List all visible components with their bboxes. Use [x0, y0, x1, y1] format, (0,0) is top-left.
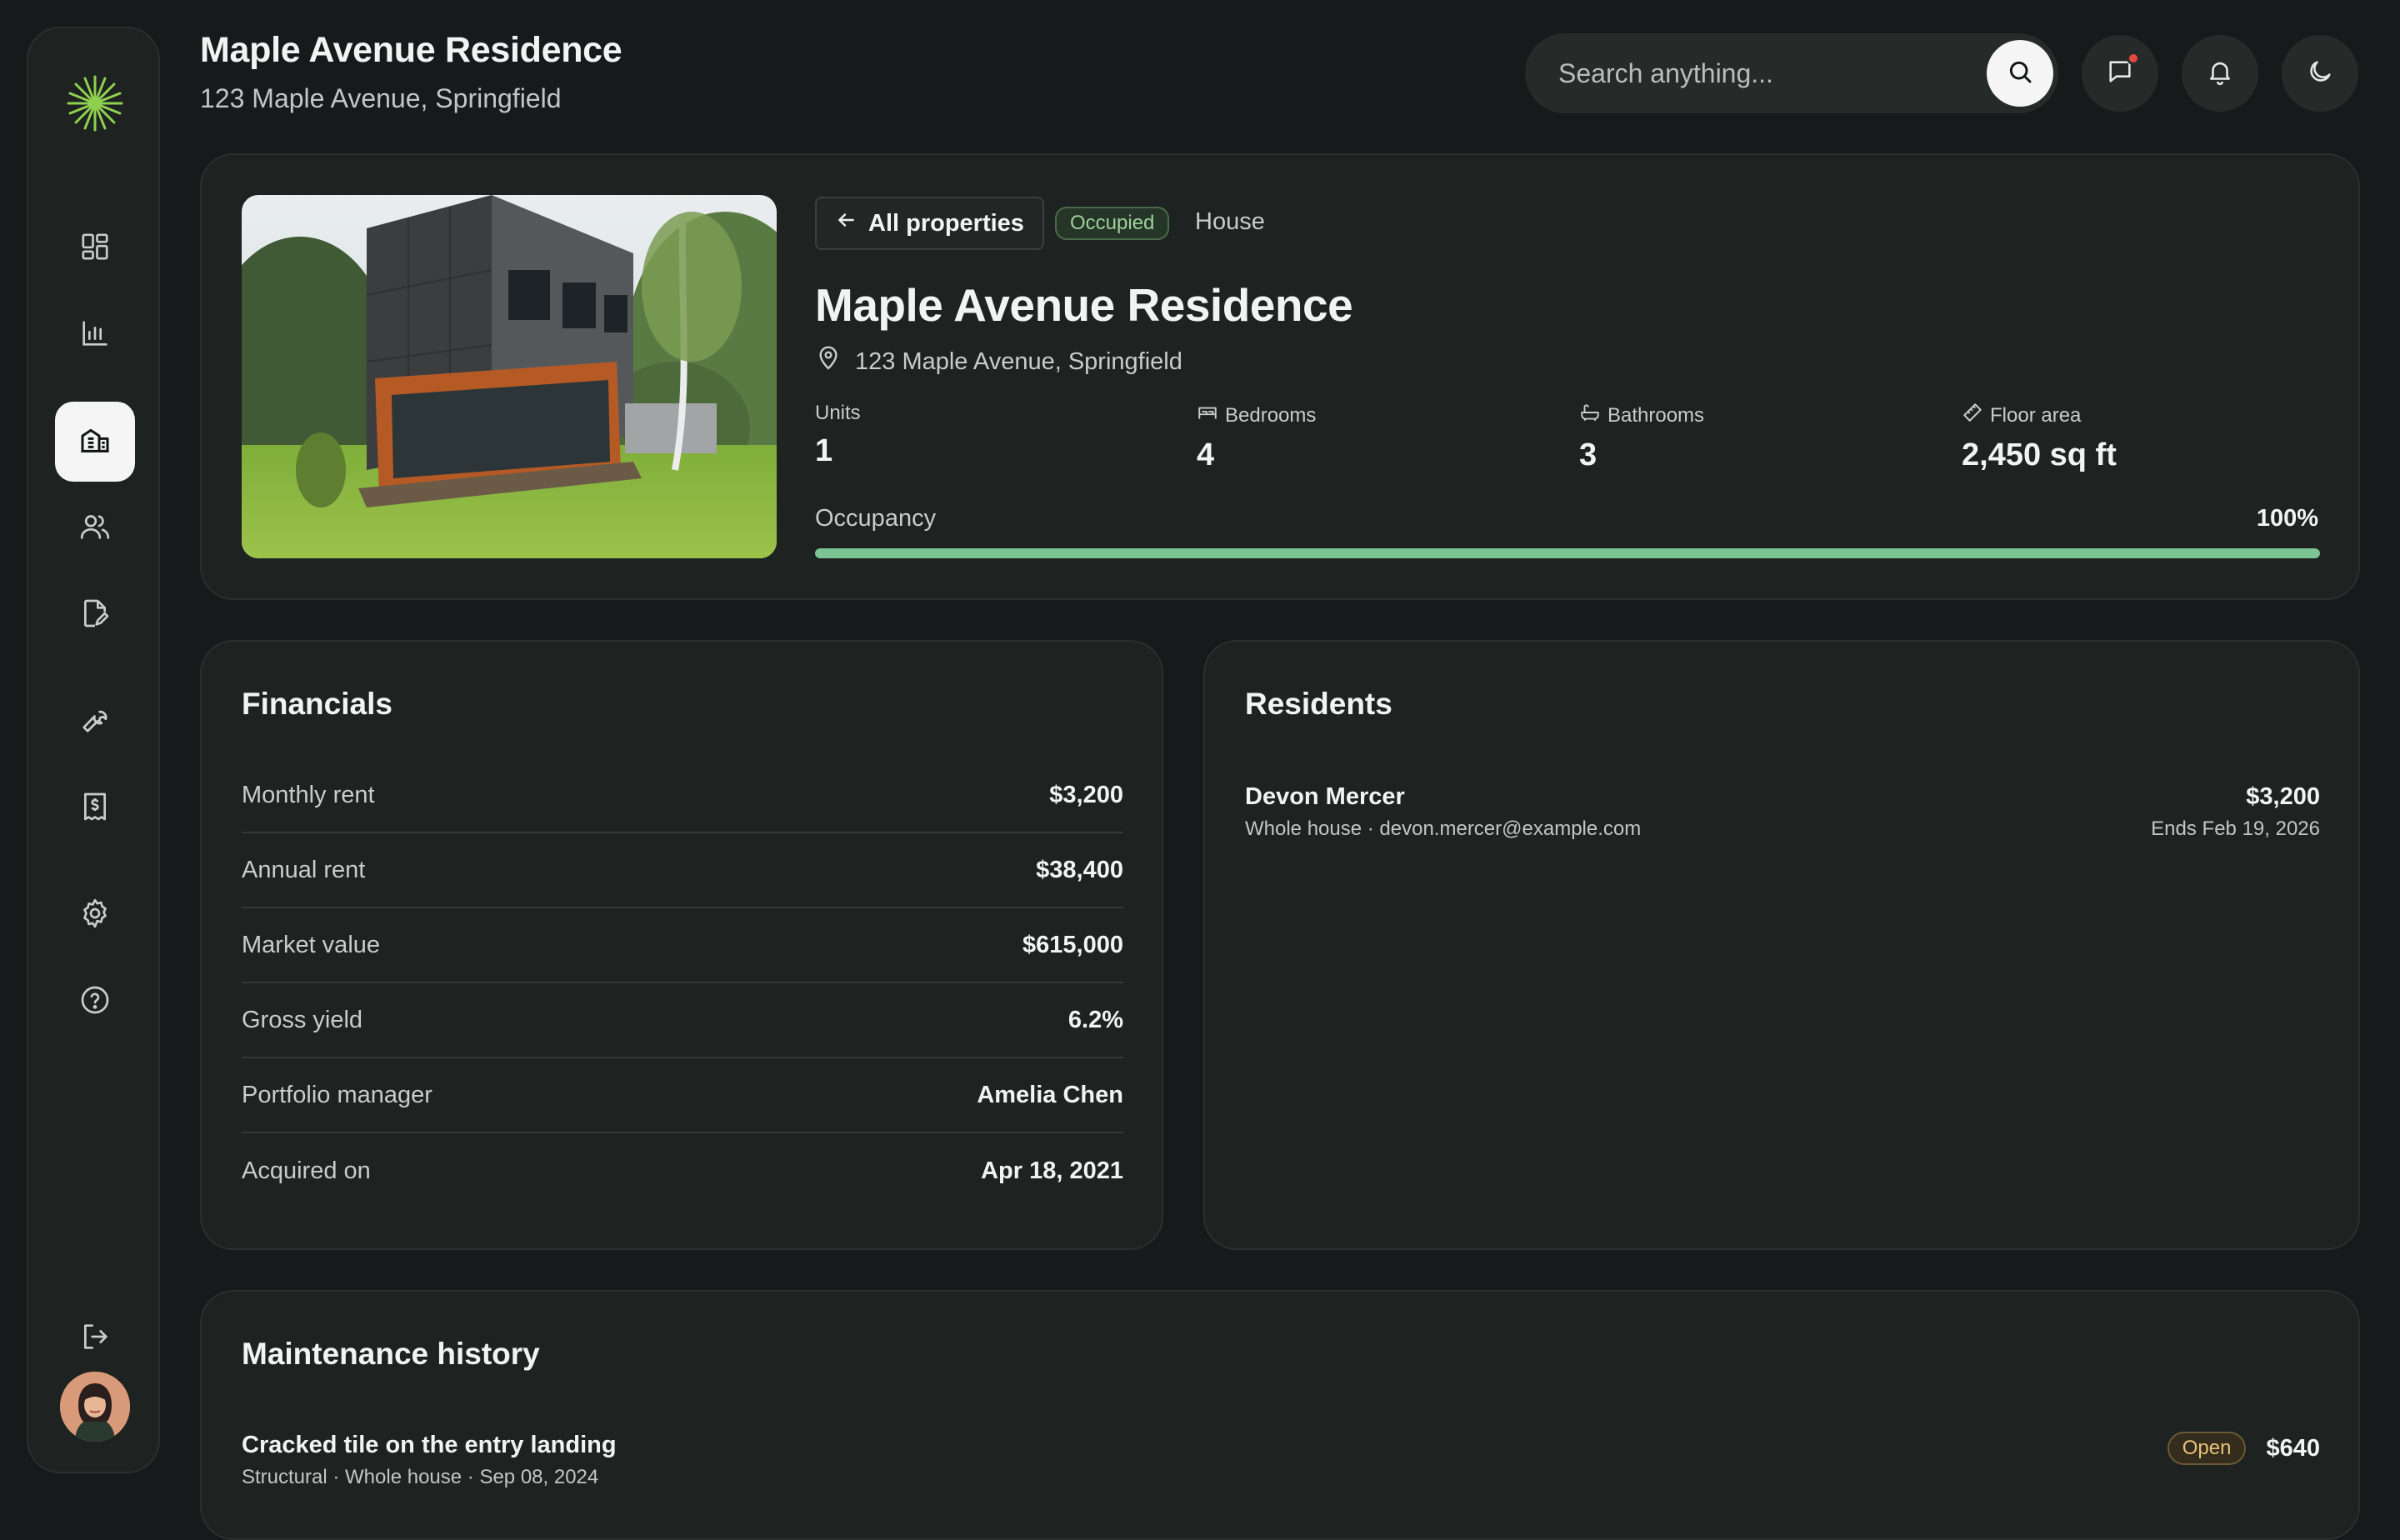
- financial-value: 6.2%: [1068, 1006, 1123, 1033]
- property-summary-card: All properties Occupied House Maple Aven…: [200, 153, 2360, 600]
- bedrooms-value: 4: [1197, 438, 1215, 472]
- sidebar-item-settings[interactable]: [55, 875, 135, 955]
- search-icon: [2007, 58, 2033, 89]
- occupancy-percent: 100%: [2256, 505, 2318, 532]
- floor-area-value: 2,450 sq ft: [1962, 438, 2117, 472]
- wrench-icon: [78, 703, 112, 741]
- maintenance-cost: $640: [2266, 1434, 2320, 1462]
- moon-icon: [2306, 58, 2334, 90]
- help-icon: [78, 983, 112, 1021]
- financial-value: $3,200: [1049, 781, 1123, 808]
- maintenance-title: Maintenance history: [242, 1337, 540, 1371]
- financial-value: Amelia Chen: [977, 1081, 1123, 1108]
- financials-card: Financials Monthly rent $3,200 Annual re…: [200, 640, 1163, 1250]
- search-input[interactable]: [1558, 58, 1975, 89]
- occupancy-label: Occupancy: [815, 505, 937, 532]
- bathrooms-value: 3: [1579, 438, 1598, 472]
- units-label: Units: [815, 402, 861, 424]
- resident-lease-end: Ends Feb 19, 2026: [2151, 818, 2320, 840]
- map-pin-icon: [815, 345, 842, 378]
- arrow-left-icon: [835, 209, 857, 238]
- search-bar: [1525, 33, 2058, 113]
- financial-row-annual-rent: Annual rent $38,400: [242, 833, 1123, 908]
- resident-rent: $3,200: [2246, 783, 2320, 810]
- notification-dot: [2127, 52, 2140, 65]
- stat-floor-area: Floor area 2,450 sq ft: [1962, 402, 2117, 473]
- analytics-icon: [78, 317, 112, 354]
- stat-units: Units 1: [815, 402, 861, 469]
- dashboard-icon: [78, 230, 112, 268]
- property-address-text: 123 Maple Avenue, Springfield: [855, 348, 1182, 375]
- avatar[interactable]: [60, 1372, 130, 1442]
- sidebar-item-residents[interactable]: [55, 488, 135, 568]
- search-button[interactable]: [1987, 40, 2053, 107]
- property-name: Maple Avenue Residence: [815, 279, 1353, 331]
- financial-row-gross-yield: Gross yield 6.2%: [242, 983, 1123, 1058]
- residents-title: Residents: [1245, 687, 1392, 721]
- bathrooms-label: Bathrooms: [1608, 403, 1705, 427]
- financial-label: Portfolio manager: [242, 1081, 432, 1108]
- maintenance-item-title: Cracked tile on the entry landing: [242, 1432, 617, 1458]
- sidebar-item-documents[interactable]: [55, 575, 135, 655]
- financial-label: Gross yield: [242, 1006, 363, 1033]
- logout-icon: [78, 1320, 112, 1358]
- brand-logo-icon[interactable]: [65, 73, 125, 133]
- financial-label: Monthly rent: [242, 781, 375, 808]
- financials-title: Financials: [242, 687, 392, 721]
- financial-label: Acquired on: [242, 1157, 371, 1184]
- users-icon: [78, 510, 112, 548]
- page-title: Maple Avenue Residence: [200, 30, 622, 70]
- property-address: 123 Maple Avenue, Springfield: [815, 345, 1182, 378]
- building-icon: [78, 423, 112, 461]
- financial-label: Market value: [242, 931, 381, 958]
- financial-row-monthly-rent: Monthly rent $3,200: [242, 758, 1123, 833]
- all-properties-button[interactable]: All properties: [815, 197, 1044, 250]
- sidebar-item-billing[interactable]: [55, 768, 135, 848]
- settings-icon: [78, 897, 112, 934]
- stat-bathrooms: Bathrooms 3: [1579, 402, 1704, 473]
- financial-value: Apr 18, 2021: [981, 1157, 1123, 1184]
- bed-icon: [1197, 402, 1218, 429]
- page-subtitle: 123 Maple Avenue, Springfield: [200, 83, 562, 113]
- property-photo: [242, 195, 777, 558]
- financial-row-portfolio-manager: Portfolio manager Amelia Chen: [242, 1058, 1123, 1133]
- financial-label: Annual rent: [242, 856, 366, 883]
- ruler-icon: [1962, 402, 1983, 429]
- maintenance-row[interactable]: Cracked tile on the entry landing Struct…: [242, 1432, 2320, 1489]
- maintenance-status-badge: Open: [2167, 1432, 2247, 1465]
- sidebar-item-properties[interactable]: [55, 402, 135, 482]
- financial-value: $615,000: [1022, 931, 1123, 958]
- floor-area-label: Floor area: [1990, 403, 2082, 427]
- document-edit-icon: [78, 597, 112, 634]
- stat-bedrooms: Bedrooms 4: [1197, 402, 1316, 473]
- financial-row-market-value: Market value $615,000: [242, 908, 1123, 983]
- status-badge: Occupied: [1055, 207, 1170, 240]
- notifications-button[interactable]: [2182, 35, 2258, 112]
- maintenance-card: Maintenance history Cracked tile on the …: [200, 1290, 2360, 1540]
- maintenance-item-meta: Structural · Whole house · Sep 08, 2024: [242, 1466, 599, 1488]
- bell-icon: [2206, 58, 2234, 90]
- sidebar-item-analytics[interactable]: [55, 295, 135, 375]
- bathtub-icon: [1579, 402, 1601, 429]
- occupancy-progress-fill: [815, 548, 2320, 558]
- property-type: House: [1195, 208, 1265, 235]
- logout-button[interactable]: [55, 1298, 135, 1378]
- bedrooms-label: Bedrooms: [1225, 403, 1317, 427]
- occupancy-progress-bar: [815, 548, 2320, 558]
- financial-row-acquired-on: Acquired on Apr 18, 2021: [242, 1133, 1123, 1208]
- units-value: 1: [815, 433, 833, 468]
- sidebar-item-dashboard[interactable]: [55, 208, 135, 288]
- sidebar: [27, 27, 160, 1473]
- sidebar-item-help[interactable]: [55, 962, 135, 1042]
- all-properties-label: All properties: [868, 209, 1024, 237]
- theme-toggle-button[interactable]: [2282, 35, 2358, 112]
- messages-button[interactable]: [2082, 35, 2158, 112]
- invoice-icon: [78, 790, 112, 828]
- financials-list: Monthly rent $3,200 Annual rent $38,400 …: [242, 758, 1123, 1208]
- resident-row[interactable]: Devon Mercer Whole house · devon.mercer@…: [1245, 783, 2320, 841]
- financial-value: $38,400: [1036, 856, 1123, 883]
- sidebar-item-maintenance[interactable]: [55, 682, 135, 762]
- residents-card: Residents Devon Mercer Whole house · dev…: [1203, 640, 2360, 1250]
